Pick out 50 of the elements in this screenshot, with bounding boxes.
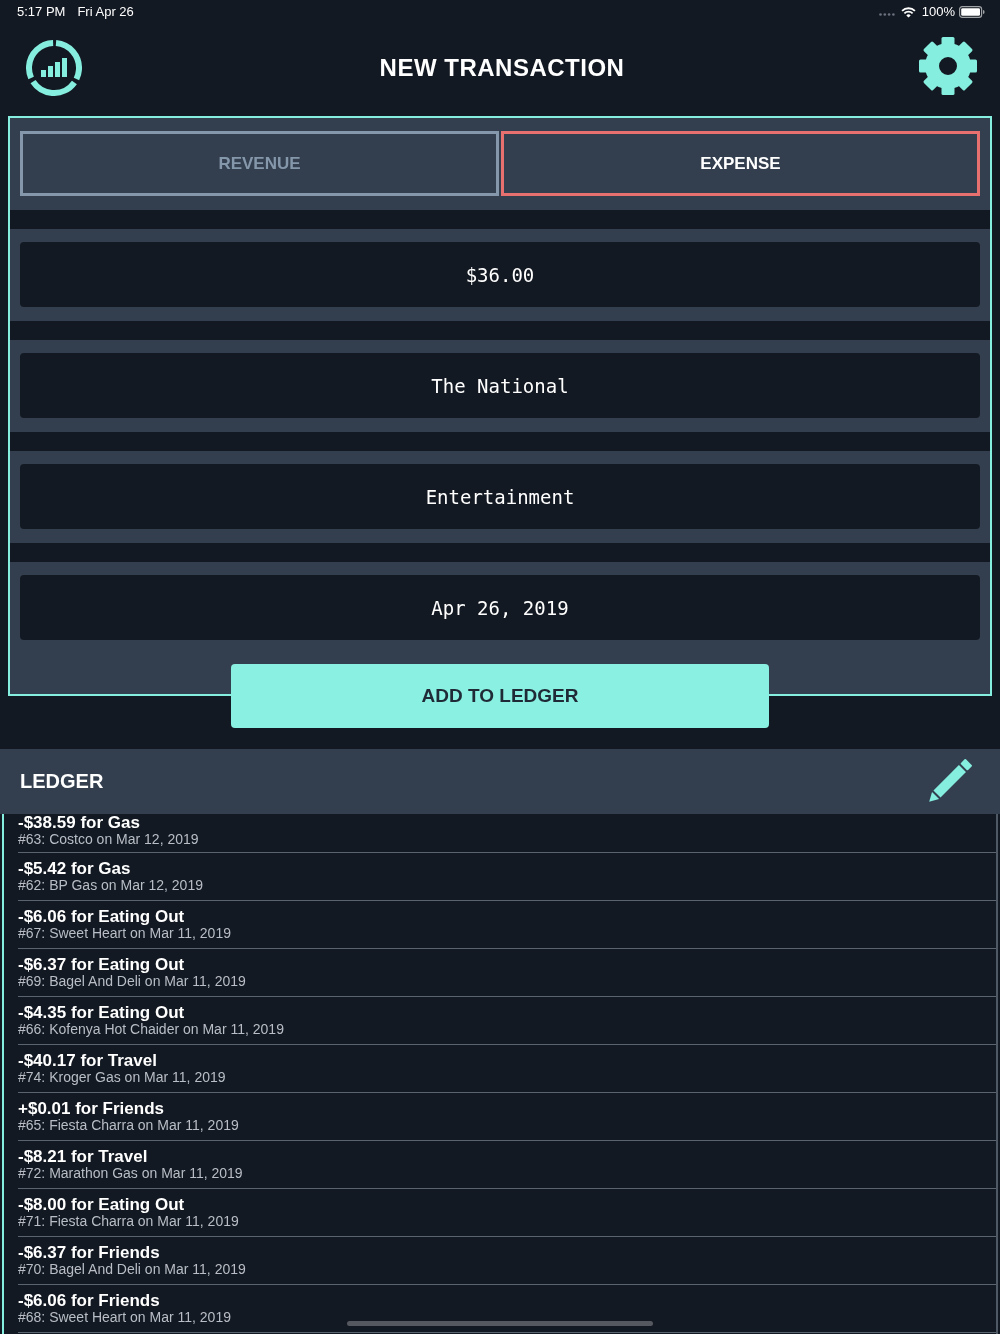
entry-detail: #72: Marathon Gas on Mar 11, 2019 (18, 1165, 243, 1181)
ledger-entry[interactable]: -$8.00 for Eating Out #71: Fiesta Charra on Mar 11, 2019 (18, 1189, 996, 1237)
entry-title: -$6.37 for Friends (18, 1244, 160, 1261)
ledger-entry[interactable]: -$6.06 for Eating Out #67: Sweet Heart on Mar 11, 2019 (18, 901, 996, 949)
status-date: Fri Apr 26 (77, 4, 134, 20)
entry-detail: #69: Bagel And Deli on Mar 11, 2019 (18, 973, 246, 989)
type-tab[interactable]: REVENUE (20, 131, 499, 196)
entry-detail: #71: Fiesta Charra on Mar 11, 2019 (18, 1213, 239, 1229)
entry-detail: #70: Bagel And Deli on Mar 11, 2019 (18, 1261, 246, 1277)
entry-detail: #66: Kofenya Hot Chaider on Mar 11, 2019 (18, 1021, 284, 1037)
entry-title: -$5.42 for Gas (18, 860, 131, 877)
ledger-entry[interactable]: -$6.37 for Eating Out #69: Bagel And Deli on Mar 11, 2019 (18, 949, 996, 997)
entry-detail: #68: Sweet Heart on Mar 11, 2019 (18, 1309, 231, 1325)
ledger-entry[interactable]: -$38.59 for Gas #63: Costco on Mar 12, 2019 (18, 814, 996, 853)
input-field[interactable]: Apr 26, 2019 (20, 575, 980, 640)
status-time: 5:17 PM (17, 4, 66, 20)
battery-icon (959, 6, 985, 18)
entry-title: +$0.01 for Friends (18, 1100, 164, 1117)
entry-title: -$8.00 for Eating Out (18, 1196, 185, 1213)
ledger-entry[interactable]: +$0.01 for Friends #65: Fiesta Charra on Mar 11, 2019 (18, 1093, 996, 1141)
ledger-entry[interactable]: -$5.42 for Gas #62: BP Gas on Mar 12, 2019 (18, 853, 996, 901)
chart-ring-icon[interactable] (26, 40, 82, 96)
pencil-icon[interactable] (926, 758, 972, 805)
type-tab[interactable]: EXPENSE (501, 131, 980, 196)
entry-detail: #65: Fiesta Charra on Mar 11, 2019 (18, 1117, 239, 1133)
ledger-entry[interactable]: -$8.21 for Travel #72: Marathon Gas on Mar 11, 2019 (18, 1141, 996, 1189)
entry-title: -$4.35 for Eating Out (18, 1004, 185, 1021)
ledger-title: LEDGER (20, 770, 104, 793)
entry-title: -$6.06 for Eating Out (18, 908, 185, 925)
entry-detail: #67: Sweet Heart on Mar 11, 2019 (18, 925, 231, 941)
input-field[interactable]: $36.00 (20, 242, 980, 307)
wifi-icon (900, 6, 916, 18)
input-field[interactable]: The National (20, 353, 980, 418)
entry-detail: #74: Kroger Gas on Mar 11, 2019 (18, 1069, 226, 1085)
signal-icon (878, 12, 895, 16)
add-to-ledger-button[interactable]: ADD TO LEDGER (231, 664, 769, 728)
battery-percent: 100% (921, 4, 955, 20)
ledger-entry[interactable]: -$40.17 for Travel #74: Kroger Gas on Mar 11, 2019 (18, 1045, 996, 1093)
entry-title: -$6.37 for Eating Out (18, 956, 185, 973)
entry-title: -$8.21 for Travel (18, 1148, 148, 1165)
settings-icon[interactable] (918, 36, 978, 96)
ledger-entry[interactable]: -$6.37 for Friends #70: Bagel And Deli on Mar 11, 2019 (18, 1237, 996, 1285)
entry-title: -$38.59 for Gas (18, 814, 140, 831)
screen-title: NEW TRANSACTION (379, 53, 625, 83)
input-field[interactable]: Entertainment (20, 464, 980, 529)
ledger-entry[interactable]: -$4.35 for Eating Out #66: Kofenya Hot Chaider on Mar 11, 2019 (18, 997, 996, 1045)
entry-title: -$40.17 for Travel (18, 1052, 157, 1069)
entry-title: -$6.06 for Friends (18, 1292, 160, 1309)
entry-detail: #63: Costco on Mar 12, 2019 (18, 831, 199, 847)
entry-detail: #62: BP Gas on Mar 12, 2019 (18, 877, 203, 893)
